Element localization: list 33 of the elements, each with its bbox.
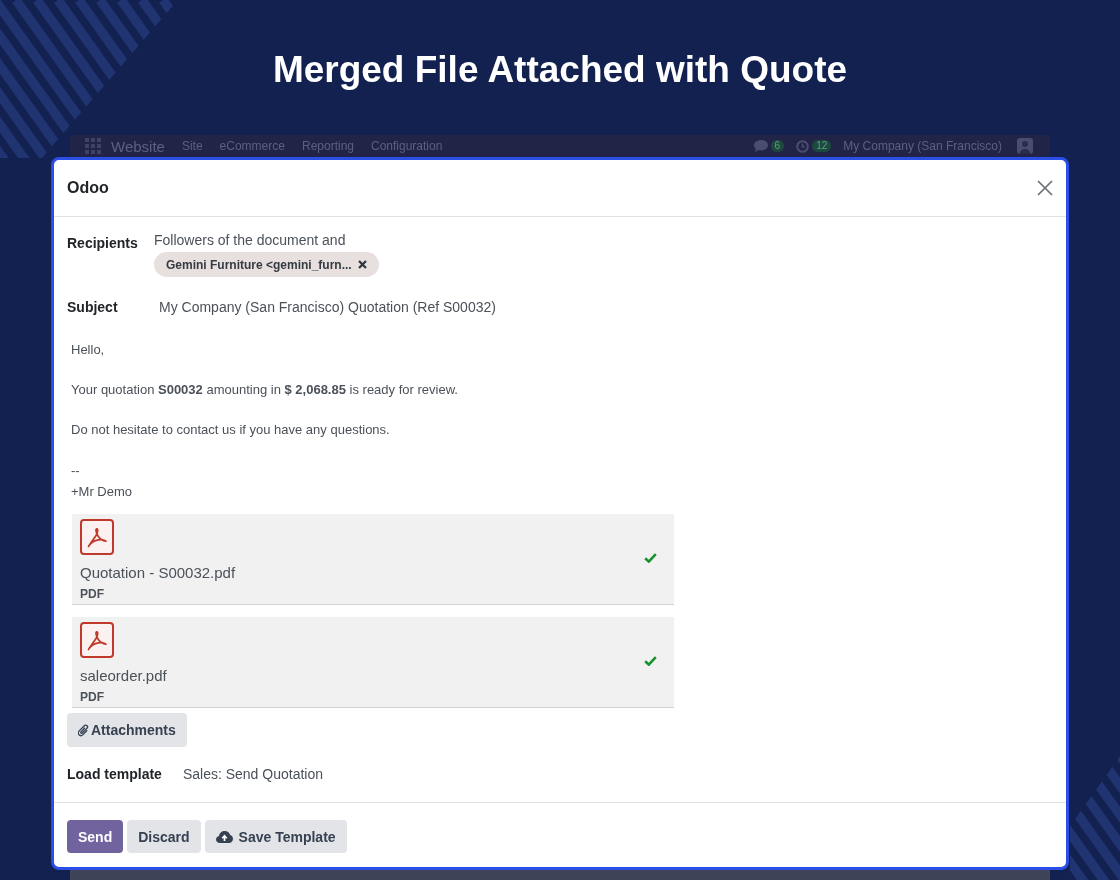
attachments-button[interactable]: Attachments <box>67 713 187 747</box>
remove-icon[interactable] <box>357 260 367 269</box>
close-icon <box>1037 180 1053 196</box>
dialog-title: Odoo <box>67 179 109 197</box>
send-button[interactable]: Send <box>67 820 124 853</box>
subject-field[interactable]: My Company (San Francisco) Quotation (Ref S00032) <box>154 292 1053 322</box>
signature-line: -- <box>71 462 81 480</box>
page-title: Merged File Attached with Quote <box>272 47 848 92</box>
count-badge: 12 <box>812 140 832 152</box>
chat-icon <box>753 140 768 152</box>
file-name: saleorder.pdf <box>80 666 167 686</box>
email-paragraph: Hello, <box>71 341 106 359</box>
field-label: Load template <box>67 765 162 784</box>
discard-button[interactable]: Discard <box>127 820 201 853</box>
file-type: PDF <box>80 586 104 602</box>
signature-line: +Mr Demo <box>71 483 134 501</box>
paperclip-icon <box>78 723 89 737</box>
clock-icon <box>796 139 810 153</box>
file-type: PDF <box>80 689 104 705</box>
email-paragraph: Your quotation S00032 amounting in $ 2,068.85 is ready for review. <box>71 381 459 399</box>
file-name: Quotation - S00032.pdf <box>80 563 236 583</box>
recipient-tag[interactable]: Gemini Furniture <gemini_furn... <box>154 252 379 277</box>
close-button[interactable] <box>1037 180 1053 196</box>
pdf-file-icon <box>80 622 114 658</box>
save-template-button[interactable]: Save Template <box>204 820 347 853</box>
email-paragraph: Do not hesitate to contact us if you have any questions. <box>71 421 391 439</box>
count-badge: 6 <box>770 140 785 152</box>
template-field[interactable]: Sales: Send Quotation <box>182 764 323 784</box>
field-label: Subject <box>67 298 119 317</box>
field-label: Recipients <box>67 234 139 253</box>
cloud-upload-icon <box>215 830 233 843</box>
pdf-file-icon <box>80 519 114 555</box>
recipients-text: Followers of the document and <box>154 231 346 250</box>
